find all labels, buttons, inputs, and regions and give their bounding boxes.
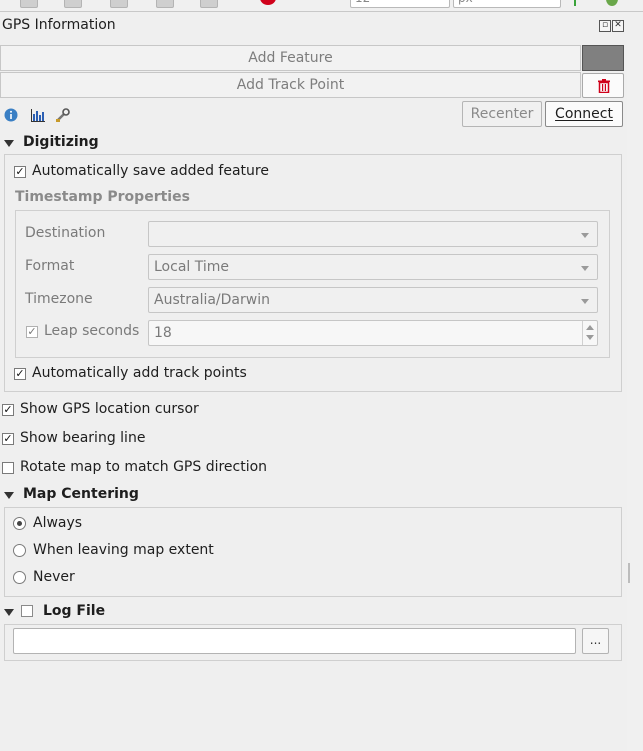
format-select[interactable]: Local Time <box>148 254 598 280</box>
when-leaving-radio[interactable] <box>13 544 26 557</box>
always-radio[interactable] <box>13 517 26 530</box>
toolbar-style-icon[interactable] <box>606 0 618 6</box>
spinbox-buttons[interactable] <box>582 321 597 345</box>
format-label: Format <box>25 258 75 274</box>
feature-color-swatch[interactable] <box>582 45 624 71</box>
timezone-label: Timezone <box>25 291 93 307</box>
toolbar-tool-icon[interactable] <box>200 0 218 8</box>
never-radio[interactable] <box>13 571 26 584</box>
reset-track-button[interactable] <box>582 73 624 98</box>
panel-title: GPS Information <box>2 17 116 33</box>
leap-seconds-label: Leap seconds <box>44 323 140 339</box>
toolbar-separator <box>574 0 576 6</box>
leap-seconds-checkbox[interactable]: ✓ <box>26 326 38 338</box>
show-bearing-checkbox[interactable]: ✓ <box>2 433 14 445</box>
timezone-value: Australia/Darwin <box>154 292 270 308</box>
chart-icon[interactable] <box>30 107 46 123</box>
recenter-label: Recenter <box>470 106 534 122</box>
toolbar-tool-icon[interactable] <box>64 0 82 8</box>
vertical-scrollbar[interactable] <box>627 40 643 751</box>
rotate-map-checkbox[interactable] <box>2 462 14 474</box>
dropdown-arrow-icon <box>581 266 589 271</box>
main-toolbar: 12 px <box>0 0 643 12</box>
leap-seconds-spinbox[interactable]: 18 <box>148 320 598 346</box>
float-window-icon[interactable]: ▫ <box>599 20 611 32</box>
connect-button[interactable]: Connect <box>545 101 623 127</box>
digitizing-title[interactable]: Digitizing <box>23 134 99 150</box>
scrollbar-handle[interactable] <box>628 563 630 583</box>
when-leaving-label: When leaving map extent <box>33 542 214 558</box>
dropdown-arrow-icon <box>581 299 589 304</box>
add-feature-button[interactable]: Add Feature <box>0 45 581 71</box>
never-label: Never <box>33 569 75 585</box>
destination-label: Destination <box>25 225 106 241</box>
auto-save-label: Automatically save added feature <box>32 163 269 179</box>
timestamp-properties-title: Timestamp Properties <box>15 189 190 205</box>
collapse-arrow-icon[interactable] <box>4 492 14 499</box>
auto-track-checkbox[interactable]: ✓ <box>14 368 26 380</box>
collapse-arrow-icon[interactable] <box>4 609 14 616</box>
spin-up-icon[interactable] <box>586 325 594 330</box>
close-icon[interactable]: ✕ <box>612 20 624 32</box>
toolbar-tool-icon[interactable] <box>110 0 128 8</box>
toolbar-size-field[interactable]: 12 <box>350 0 450 8</box>
wrench-icon[interactable] <box>55 107 71 123</box>
show-cursor-label: Show GPS location cursor <box>20 401 199 417</box>
rotate-map-label: Rotate map to match GPS direction <box>20 459 268 475</box>
add-track-point-button[interactable]: Add Track Point <box>0 72 581 98</box>
toolbar-tool-icon[interactable] <box>156 0 174 8</box>
log-file-title[interactable]: Log File <box>43 603 105 619</box>
format-value: Local Time <box>154 259 229 275</box>
toolbar-tool-icon[interactable] <box>20 0 38 8</box>
info-icon[interactable] <box>4 107 20 123</box>
add-feature-label: Add Feature <box>248 50 333 66</box>
dropdown-arrow-icon <box>581 233 589 238</box>
auto-save-checkbox[interactable]: ✓ <box>14 166 26 178</box>
browse-button[interactable]: ... <box>582 628 609 654</box>
show-cursor-checkbox[interactable]: ✓ <box>2 404 14 416</box>
leap-seconds-value: 18 <box>154 325 172 341</box>
map-centering-title[interactable]: Map Centering <box>23 486 139 502</box>
timezone-select[interactable]: Australia/Darwin <box>148 287 598 313</box>
show-bearing-label: Show bearing line <box>20 430 146 446</box>
recenter-button[interactable]: Recenter <box>462 101 542 127</box>
destination-select[interactable] <box>148 221 598 247</box>
always-label: Always <box>33 515 83 531</box>
auto-track-label: Automatically add track points <box>32 365 247 381</box>
add-track-point-label: Add Track Point <box>236 77 345 93</box>
log-file-checkbox[interactable] <box>21 605 33 617</box>
connect-label: Connect <box>555 106 613 122</box>
spin-down-icon[interactable] <box>586 335 594 340</box>
toolbar-unit-field[interactable]: px <box>453 0 561 8</box>
collapse-arrow-icon[interactable] <box>4 140 14 147</box>
log-file-path-input[interactable] <box>13 628 576 654</box>
trash-icon <box>598 79 610 93</box>
record-icon[interactable] <box>260 0 276 5</box>
